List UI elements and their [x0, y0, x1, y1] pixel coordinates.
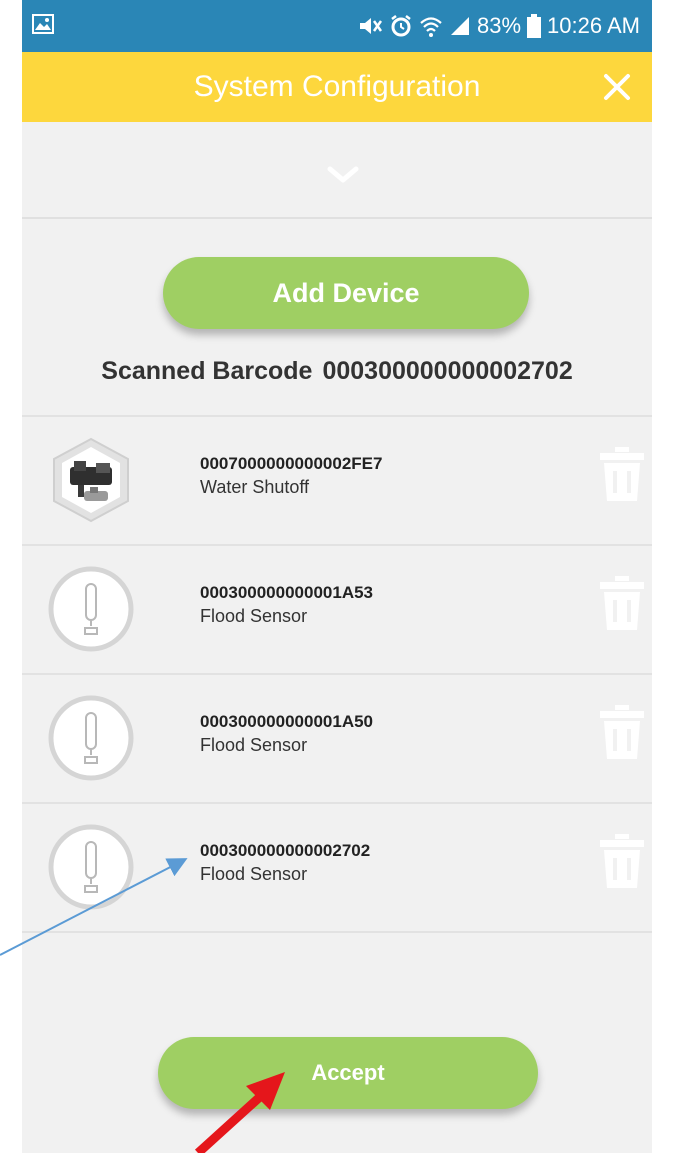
- battery-icon: [527, 14, 542, 38]
- trash-icon[interactable]: [598, 447, 646, 501]
- flood-sensor-icon: [48, 695, 134, 781]
- page-title: System Configuration: [193, 70, 481, 103]
- water-shutoff-icon: [48, 437, 134, 523]
- device-list: 0007000000000002FE7 Water Shutoff 000300…: [22, 415, 652, 933]
- device-code: 000300000000001A53: [200, 583, 374, 602]
- header-bar: System Configuration: [22, 52, 652, 122]
- signal-icon: [449, 15, 471, 37]
- chevron-down-icon[interactable]: [327, 166, 359, 189]
- add-device-button[interactable]: Add Device: [163, 257, 529, 329]
- accept-button[interactable]: Accept: [158, 1037, 538, 1109]
- alarm-icon: [389, 14, 413, 38]
- device-row[interactable]: 0007000000000002FE7 Water Shutoff: [22, 415, 652, 544]
- scanned-barcode-label: Scanned Barcode: [101, 357, 313, 385]
- device-type: Water Shutoff: [200, 477, 310, 497]
- device-type: Flood Sensor: [200, 606, 308, 626]
- collapse-toggle[interactable]: [22, 122, 652, 219]
- status-time: 10:26 AM: [547, 13, 640, 38]
- trash-icon[interactable]: [598, 705, 646, 759]
- device-row[interactable]: 000300000000002702 Flood Sensor: [22, 802, 652, 933]
- status-bar: 83% 10:26 AM: [22, 0, 652, 52]
- close-icon[interactable]: [600, 70, 634, 104]
- trash-icon[interactable]: [598, 576, 646, 630]
- app-screen: 83% 10:26 AM System Configuration Add De…: [22, 0, 652, 1153]
- scanned-barcode: Scanned Barcode 000300000000002702: [22, 357, 652, 386]
- image-icon: [32, 14, 54, 39]
- flood-sensor-icon: [48, 824, 134, 910]
- scanned-barcode-value: 000300000000002702: [322, 357, 573, 385]
- device-code: 000300000000002702: [200, 841, 371, 860]
- mute-icon: [357, 15, 383, 37]
- device-row[interactable]: 000300000000001A50 Flood Sensor: [22, 673, 652, 802]
- flood-sensor-icon: [48, 566, 134, 652]
- battery-percent: 83%: [477, 13, 522, 38]
- device-type: Flood Sensor: [200, 735, 308, 755]
- device-type: Flood Sensor: [200, 864, 308, 884]
- device-code: 000300000000001A50: [200, 712, 374, 731]
- trash-icon[interactable]: [598, 834, 646, 888]
- wifi-icon: [419, 14, 443, 38]
- device-code: 0007000000000002FE7: [200, 454, 383, 473]
- device-row[interactable]: 000300000000001A53 Flood Sensor: [22, 544, 652, 673]
